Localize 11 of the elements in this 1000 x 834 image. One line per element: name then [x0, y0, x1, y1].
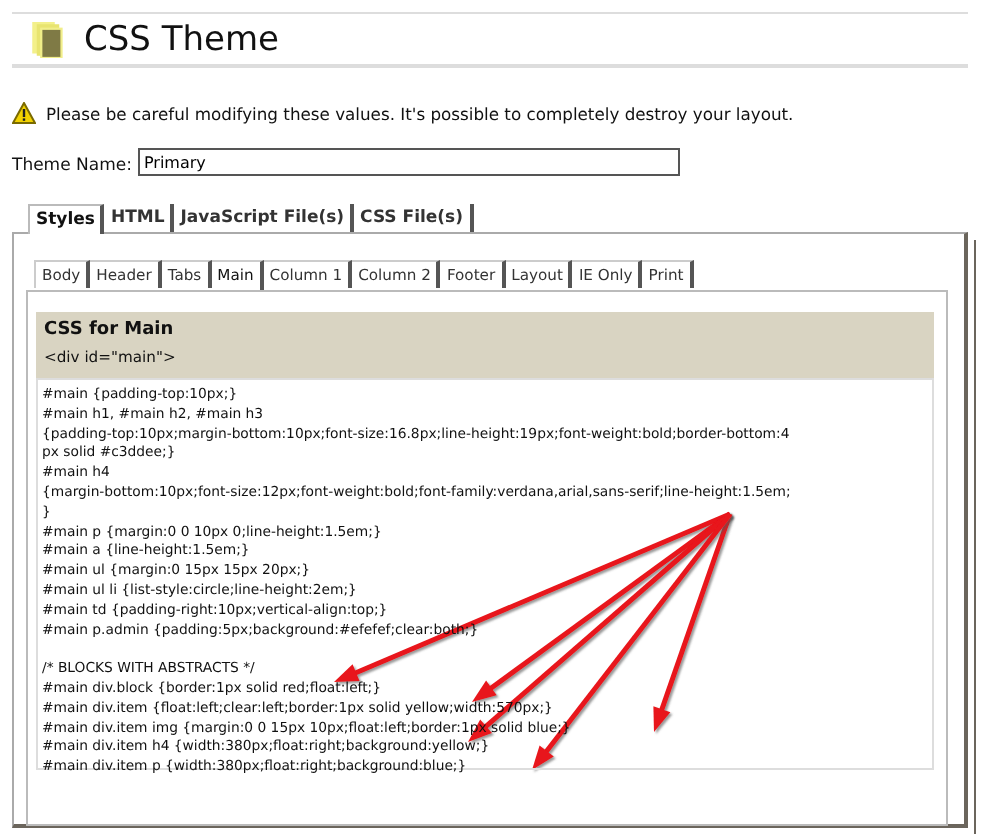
document-stack-icon	[32, 22, 64, 58]
page-title: CSS Theme	[84, 20, 279, 60]
theme-name-label: Theme Name:	[12, 156, 132, 176]
code-editor[interactable]	[36, 378, 934, 770]
warning-icon	[12, 102, 36, 124]
theme-name-field[interactable]: Primary	[137, 148, 680, 176]
tab[interactable]: CSS File(s)	[354, 204, 473, 232]
tab[interactable]: Styles	[28, 204, 105, 234]
warning-text: Please be careful modifying these values. It's possible to completely destroy your layout.	[46, 103, 794, 123]
section-title: CSS for Main	[44, 320, 176, 340]
tab[interactable]: JavaScript File(s)	[174, 204, 355, 232]
